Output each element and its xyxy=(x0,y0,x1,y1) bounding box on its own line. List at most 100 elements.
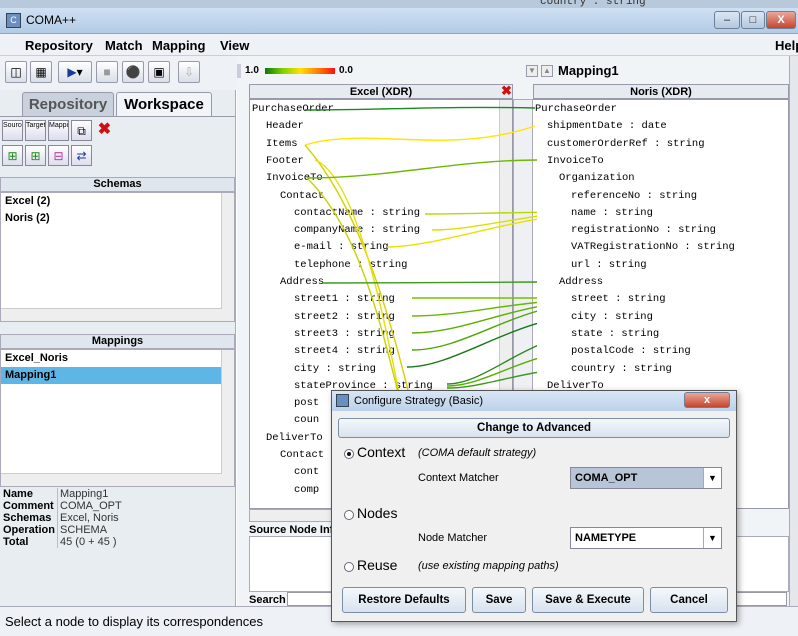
target-node[interactable]: name : string xyxy=(571,207,653,220)
menu-match[interactable]: Match xyxy=(105,38,143,53)
source-node[interactable]: comp xyxy=(294,484,319,497)
tab-divider xyxy=(0,116,235,117)
schemas-scrollbar[interactable] xyxy=(221,193,234,321)
target-node[interactable]: country : string xyxy=(571,363,672,376)
source-node[interactable]: coun xyxy=(294,414,319,427)
mappings-scrollbar[interactable] xyxy=(221,350,234,486)
target-node[interactable]: referenceNo : string xyxy=(571,190,697,203)
source-node[interactable]: street1 : string xyxy=(294,293,395,306)
properties-table: Name Mapping1 Comment COMA_OPT Schemas Exce… xyxy=(0,488,235,548)
window-icon[interactable]: ▣ xyxy=(148,61,170,83)
target-node[interactable]: shipmentDate : date xyxy=(547,120,667,133)
mapping-button[interactable]: Mapping xyxy=(48,120,69,141)
source-node[interactable]: Header xyxy=(266,120,304,133)
schema-item-excel[interactable]: Excel (2) xyxy=(1,193,234,210)
source-node[interactable]: street3 : string xyxy=(294,328,395,341)
close-button[interactable]: X xyxy=(766,11,796,29)
reuse-radio[interactable] xyxy=(344,562,354,572)
source-node[interactable]: cont xyxy=(294,466,319,479)
target-node[interactable]: Address xyxy=(559,276,603,289)
source-node[interactable]: Footer xyxy=(266,155,304,168)
node-matcher-select[interactable]: NAMETYPE ▼ xyxy=(570,527,722,549)
dialog-close-button[interactable]: x xyxy=(684,392,730,408)
source-node[interactable]: e-mail : string xyxy=(294,241,389,254)
import-icon[interactable]: ⇩ xyxy=(178,61,200,83)
tab-workspace[interactable]: Workspace xyxy=(116,92,212,116)
mapping-item-mapping1[interactable]: Mapping1 xyxy=(1,367,221,384)
mappings-hscrollbar[interactable] xyxy=(1,473,222,486)
menu-view[interactable]: View xyxy=(220,38,249,53)
target-button[interactable]: Target xyxy=(25,120,46,141)
mapping-item-excel-noris[interactable]: Excel_Noris xyxy=(1,350,234,367)
reuse-desc: (use existing mapping paths) xyxy=(418,560,559,572)
source-node[interactable]: DeliverTo xyxy=(266,432,323,445)
delete-icon[interactable]: ✖ xyxy=(94,120,115,141)
splitter-handle[interactable] xyxy=(237,64,241,78)
collapse-icon[interactable]: ▲ xyxy=(541,65,553,77)
add-schema-icon[interactable]: ⊞ xyxy=(2,145,23,166)
prop-row-operation: Operation SCHEMA xyxy=(0,524,235,536)
menu-help[interactable]: Help xyxy=(775,38,798,53)
menu-repository[interactable]: Repository xyxy=(25,38,93,53)
context-matcher-select[interactable]: COMA_OPT ▼ xyxy=(570,467,722,489)
source-node[interactable]: post xyxy=(294,397,319,410)
target-node[interactable]: InvoiceTo xyxy=(547,155,604,168)
stop-icon[interactable]: ■ xyxy=(96,61,118,83)
source-node[interactable]: Items xyxy=(266,138,298,151)
source-node[interactable]: Address xyxy=(280,276,324,289)
target-node[interactable]: VATRegistrationNo : string xyxy=(571,241,735,254)
source-node[interactable]: Contact xyxy=(280,190,324,203)
cancel-button[interactable]: Cancel xyxy=(650,587,728,613)
minimize-button[interactable]: – xyxy=(714,11,740,29)
target-node[interactable]: customerOrderRef : string xyxy=(547,138,705,151)
dialog-title: Configure Strategy (Basic) xyxy=(354,395,483,407)
target-node[interactable]: Organization xyxy=(559,172,635,185)
prop-row-name: Name Mapping1 xyxy=(0,488,235,500)
tab-repository[interactable]: Repository xyxy=(22,92,114,116)
merge-schema-icon[interactable]: ⊞ xyxy=(25,145,46,166)
target-node[interactable]: url : string xyxy=(571,259,647,272)
context-radio[interactable] xyxy=(344,449,354,459)
save-execute-button[interactable]: Save & Execute xyxy=(532,587,644,613)
background-window-text: country : string xyxy=(540,0,646,8)
target-node[interactable]: registrationNo : string xyxy=(571,224,716,237)
source-node[interactable]: city : string xyxy=(294,363,376,376)
target-node[interactable]: city : string xyxy=(571,311,653,324)
nodes-radio[interactable] xyxy=(344,510,354,520)
search-label: Search xyxy=(249,594,286,606)
save-button[interactable]: Save xyxy=(472,587,526,613)
context-matcher-label: Context Matcher xyxy=(418,472,499,484)
run-icon[interactable]: ▶▾ xyxy=(58,61,92,83)
target-node[interactable]: PurchaseOrder xyxy=(535,103,617,116)
target-node[interactable]: street : string xyxy=(571,293,666,306)
colorscale-min: 0.0 xyxy=(339,65,353,76)
source-node[interactable]: telephone : string xyxy=(294,259,407,272)
footprints-icon[interactable]: ⚫ xyxy=(122,61,144,83)
reuse-label: Reuse xyxy=(357,557,398,573)
source-node[interactable]: street4 : string xyxy=(294,345,395,358)
source-node[interactable]: InvoiceTo xyxy=(266,172,323,185)
restore-defaults-button[interactable]: Restore Defaults xyxy=(342,587,466,613)
status-text: Select a node to display its corresponde… xyxy=(5,614,263,629)
target-node[interactable]: postalCode : string xyxy=(571,345,691,358)
right-edge-panel xyxy=(789,56,798,606)
diff-schema-icon[interactable]: ⊟ xyxy=(48,145,69,166)
source-node[interactable]: street2 : string xyxy=(294,311,395,324)
database-icon[interactable]: ◫ xyxy=(5,61,27,83)
filter-icon[interactable]: ▼ xyxy=(526,65,538,77)
close-panel-icon[interactable]: ✖ xyxy=(500,84,513,98)
swap-schema-icon[interactable]: ⇄ xyxy=(71,145,92,166)
source-button[interactable]: Source xyxy=(2,120,23,141)
source-node[interactable]: PurchaseOrder xyxy=(252,103,334,116)
source-node[interactable]: Contact xyxy=(280,449,324,462)
schema-item-noris[interactable]: Noris (2) xyxy=(1,210,234,227)
source-node[interactable]: companyName : string xyxy=(294,224,420,237)
copy-icon[interactable]: ⧉ xyxy=(71,120,92,141)
schema-icon[interactable]: ▦ xyxy=(30,61,52,83)
change-to-advanced-button[interactable]: Change to Advanced xyxy=(338,418,730,438)
schemas-hscrollbar[interactable] xyxy=(1,308,222,321)
menu-mapping[interactable]: Mapping xyxy=(152,38,205,53)
source-node[interactable]: contactName : string xyxy=(294,207,420,220)
maximize-button[interactable]: □ xyxy=(741,11,765,29)
target-node[interactable]: state : string xyxy=(571,328,659,341)
